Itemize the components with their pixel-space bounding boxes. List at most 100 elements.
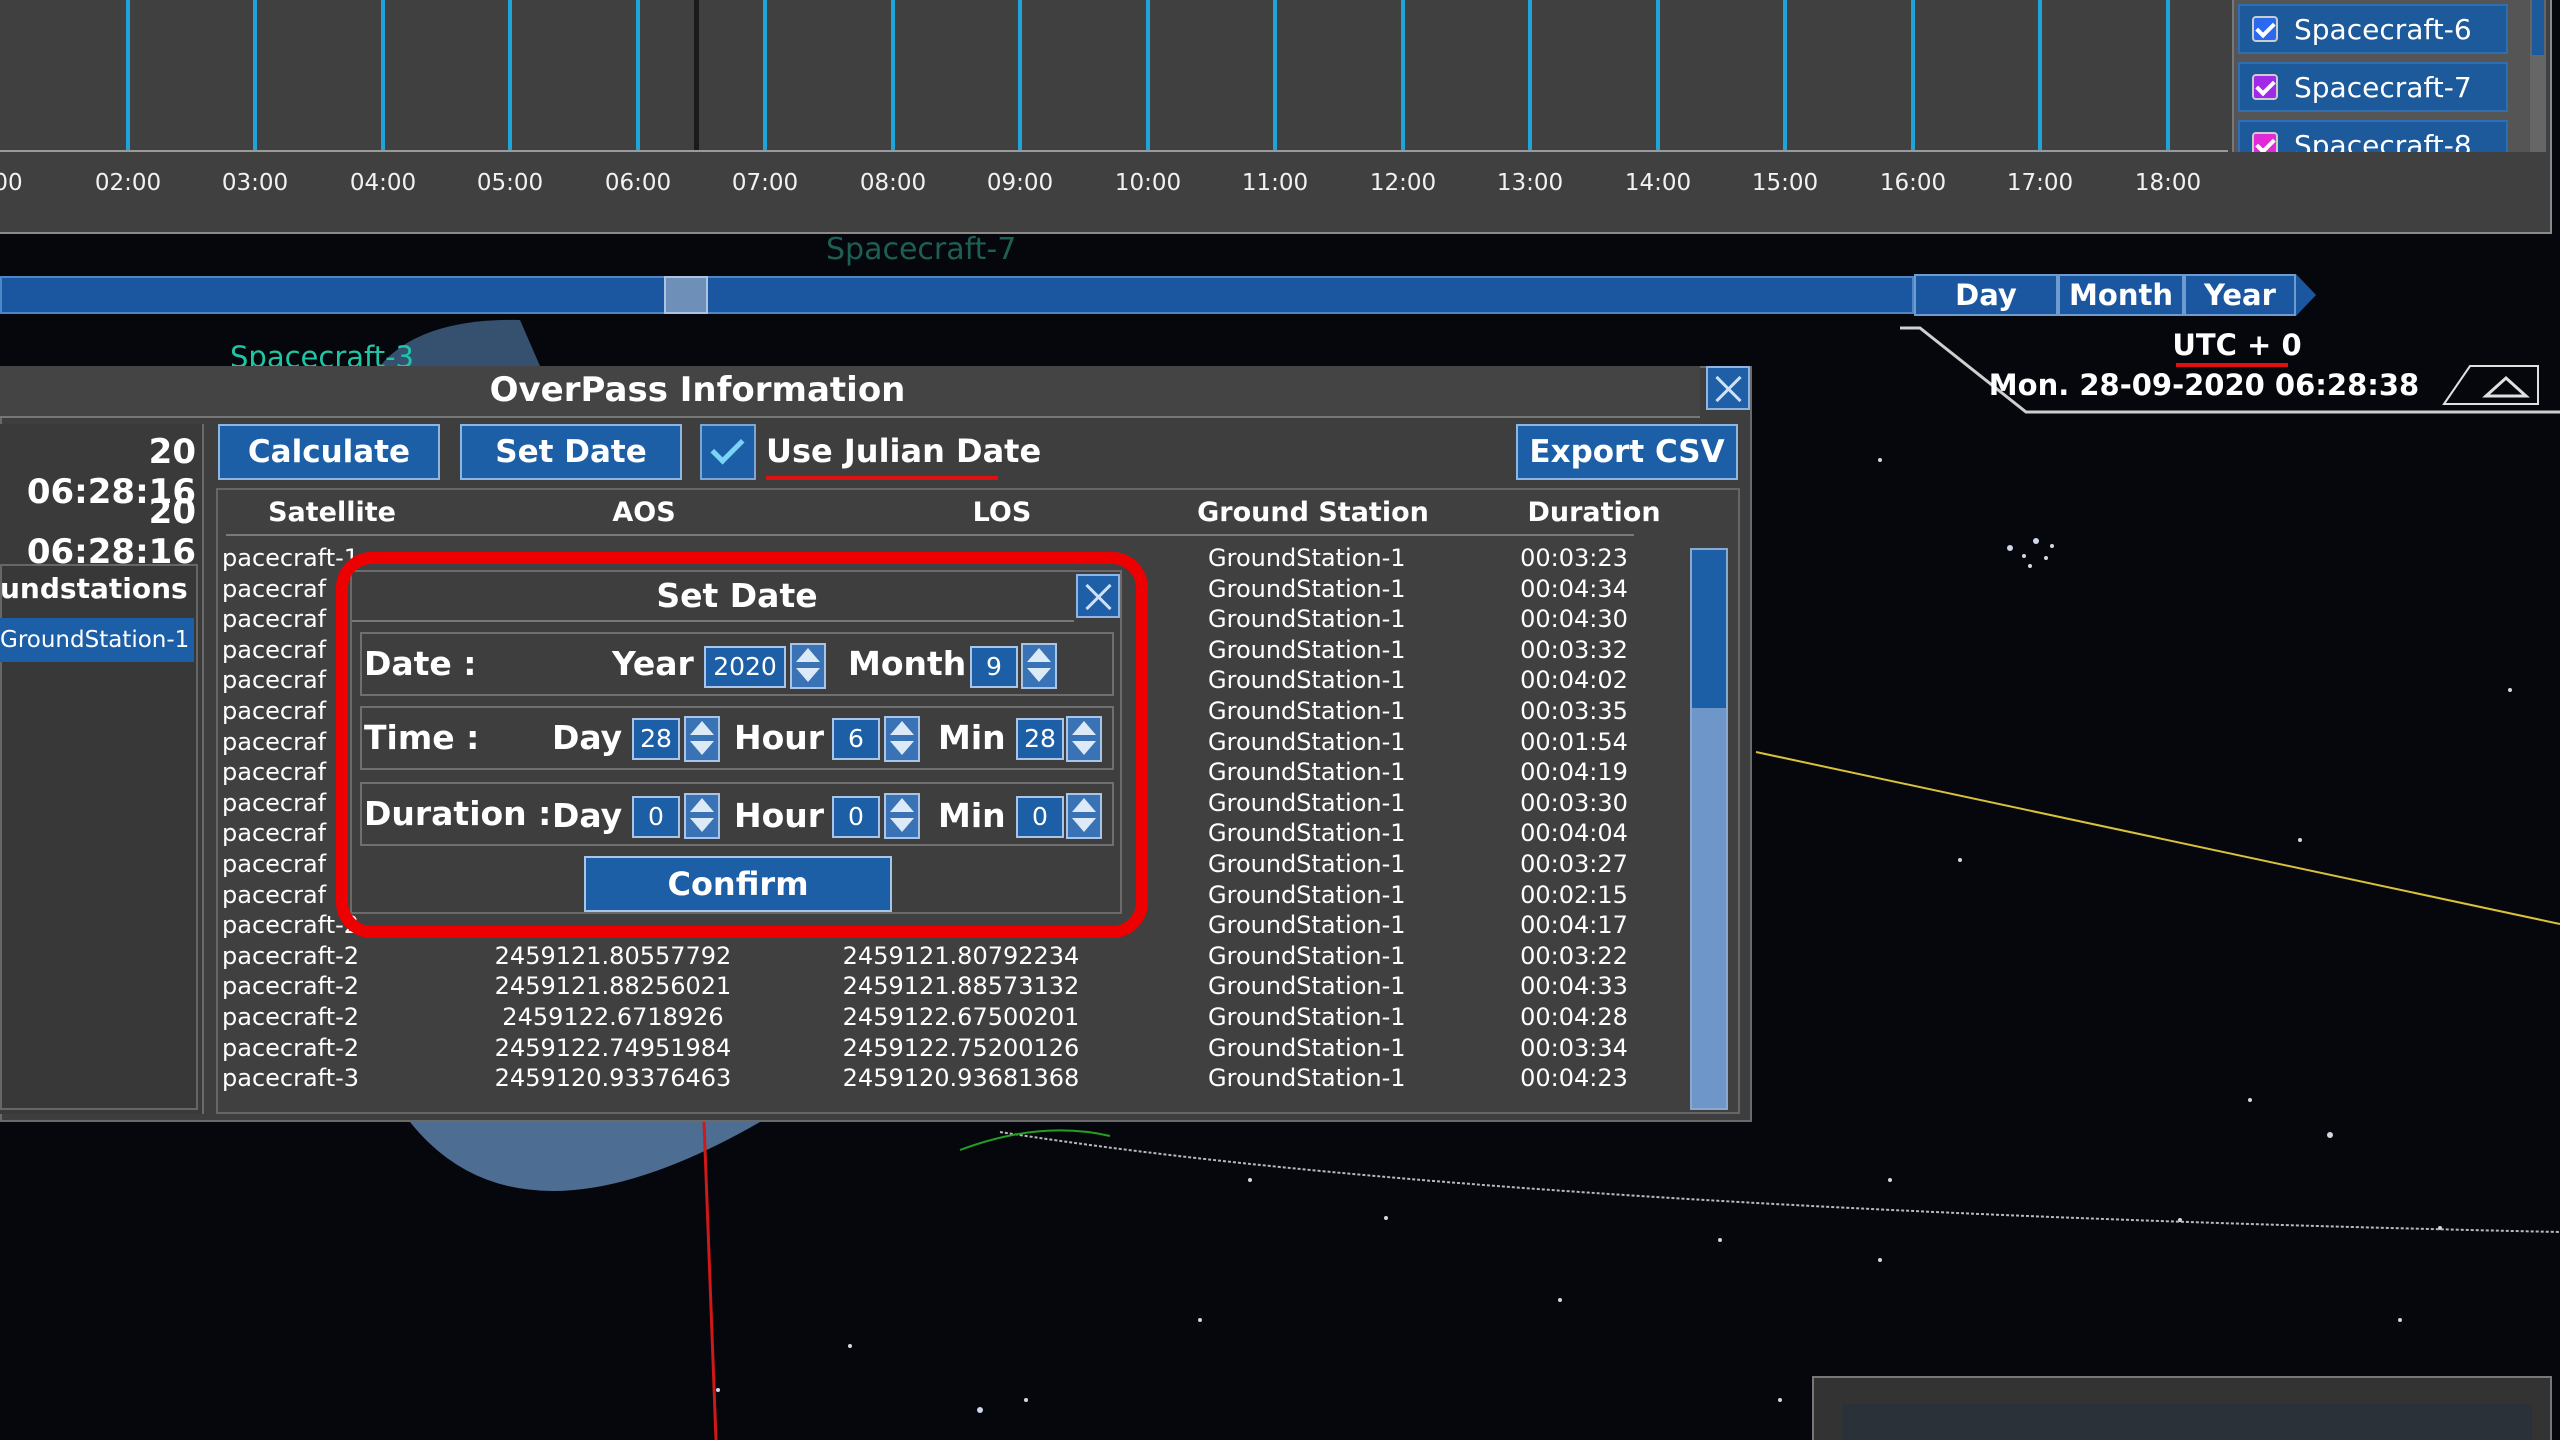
timeline-hour-label: 02:00 <box>94 170 162 196</box>
time-slider[interactable] <box>0 276 1914 314</box>
spacecraft-list-label: Spacecraft-8 <box>2294 128 2472 153</box>
use-julian-date-checkbox[interactable] <box>700 424 756 480</box>
duration-cell: 00:03:34 <box>1520 1033 1628 1062</box>
satellite-cell: pacecraft-2 <box>222 1003 360 1031</box>
spacecraft-list-label: Spacecraft-6 <box>2294 12 2472 46</box>
table-scroll-thumb[interactable] <box>1692 550 1726 708</box>
timeline-hour-label: 05:00 <box>476 170 544 196</box>
ground-station-cell: GroundStation-1 <box>1208 1033 1406 1062</box>
ground-station-cell: GroundStation-1 <box>1208 1064 1406 1093</box>
timeline-hour-tick <box>763 0 767 150</box>
spacecraft-list-item[interactable]: Spacecraft-8 <box>2238 120 2508 152</box>
calculate-button[interactable]: Calculate <box>218 424 440 480</box>
aos-cell: 2459121.88256021 <box>494 972 732 1001</box>
satellite-cell: pacecraft-2 <box>222 941 360 970</box>
column-header-aos[interactable]: AOS <box>544 497 744 528</box>
duration-cell: 00:04:23 <box>1520 1064 1628 1093</box>
overpass-title: OverPass Information <box>489 370 906 410</box>
ground-station-cell: GroundStation-1 <box>1208 727 1406 756</box>
timeline-hour-label: 17:00 <box>2006 170 2074 196</box>
satellite-cell: pacecraft-1 <box>222 544 360 572</box>
column-header-los[interactable]: LOS <box>902 497 1102 528</box>
timeline-current-marker[interactable] <box>694 0 699 150</box>
ground-station-cell: GroundStation-1 <box>1208 880 1406 909</box>
timeline-hour-label: 14:00 <box>1624 170 1692 196</box>
timeline-hour-label: 16:00 <box>1879 170 1947 196</box>
timeline-hour-tick <box>1401 0 1405 150</box>
day-button[interactable]: Day <box>1914 274 2058 316</box>
table-row[interactable]: pacecraft-2 2459121.80557792 2459121.80792… <box>218 942 1690 973</box>
ground-station-cell: GroundStation-1 <box>1208 941 1406 970</box>
timeline-hour-tick <box>2166 0 2170 150</box>
julian-underline <box>766 476 998 480</box>
timeline-hour-tick <box>1528 0 1532 150</box>
timeline-hour-tick <box>381 0 385 150</box>
spacecraft-list-label: Spacecraft-7 <box>2294 70 2472 104</box>
spacecraft-list-item[interactable]: Spacecraft-7 <box>2238 62 2508 112</box>
duration-cell: 00:01:54 <box>1520 727 1628 756</box>
satellite-cell: pacecraf <box>222 850 327 878</box>
duration-cell: 00:04:19 <box>1520 758 1628 787</box>
ground-station-cell: GroundStation-1 <box>1208 850 1406 878</box>
timeline-hour-label: 10:00 <box>1114 170 1182 196</box>
check-icon[interactable] <box>2252 132 2278 152</box>
check-icon[interactable] <box>2252 16 2278 42</box>
timeline-hour-tick <box>1783 0 1787 150</box>
table-row[interactable]: pacecraft-3 2459120.93376463 2459120.93681… <box>218 1064 1690 1095</box>
ground-station-cell: GroundStation-1 <box>1208 819 1406 848</box>
export-csv-button[interactable]: Export CSV <box>1516 424 1738 480</box>
spacecraft-list-item[interactable]: Spacecraft-6 <box>2238 4 2508 54</box>
duration-cell: 00:04:02 <box>1520 666 1628 695</box>
collapse-arrow-icon[interactable] <box>2440 362 2540 406</box>
ground-station-cell: GroundStation-1 <box>1208 666 1406 695</box>
los-cell: 2459121.80792234 <box>842 941 1080 970</box>
ground-station-cell: GroundStation-1 <box>1208 788 1406 817</box>
timeline-hour-label: 18:00 <box>2134 170 2202 196</box>
duration-cell: 00:04:28 <box>1520 1003 1628 1031</box>
timeline-track[interactable] <box>0 0 2228 152</box>
column-header-ground-station[interactable]: Ground Station <box>1188 497 1438 528</box>
set-date-button[interactable]: Set Date <box>460 424 682 480</box>
column-header-duration[interactable]: Duration <box>1494 497 1694 528</box>
satellite-cell: pacecraf <box>222 605 327 634</box>
table-row[interactable]: pacecraft-2 2459122.6718926 2459122.675002… <box>218 1003 1690 1034</box>
table-row[interactable]: pacecraft-2 2459121.88256021 2459121.88573… <box>218 972 1690 1003</box>
orbit-white <box>999 1131 2560 1233</box>
duration-cell: 00:04:30 <box>1520 605 1628 634</box>
spacecraft-list[interactable]: Spacecraft-6 Spacecraft-7 Spacecraft-8 <box>2232 0 2530 152</box>
time-slider-handle[interactable] <box>664 276 708 314</box>
timeline-hour-label: 06:00 <box>604 170 672 196</box>
spacecraft-list-scroll-thumb[interactable] <box>2532 0 2544 55</box>
column-header-satellite[interactable]: Satellite <box>232 497 432 528</box>
aos-cell: 2459122.74951984 <box>494 1033 732 1062</box>
timeline-hour-label: 08:00 <box>859 170 927 196</box>
ground-station-cell: GroundStation-1 <box>1208 697 1406 725</box>
year-button[interactable]: Year <box>2184 274 2296 316</box>
month-button[interactable]: Month <box>2058 274 2184 316</box>
satellite-cell: pacecraf <box>222 697 327 725</box>
ground-station-cell: GroundStation-1 <box>1208 544 1406 572</box>
period-arrow-icon[interactable] <box>2296 274 2316 316</box>
timeline-hour-label: 04:00 <box>349 170 417 196</box>
duration-cell: 00:04:33 <box>1520 972 1628 1001</box>
minimap-view[interactable] <box>1842 1404 2532 1440</box>
aos-cell: 2459122.6718926 <box>502 1003 724 1031</box>
los-cell: 2459122.75200126 <box>842 1033 1080 1062</box>
satellite-cell: pacecraf <box>222 666 327 695</box>
los-cell: 2459121.88573132 <box>842 972 1080 1001</box>
satellite-cell: pacecraf <box>222 574 327 603</box>
highlight-annotation <box>336 552 1148 938</box>
orbit-green <box>959 1129 1111 1151</box>
timeline-hour-tick <box>636 0 640 150</box>
ground-station-cell: GroundStation-1 <box>1208 574 1406 603</box>
end-time: 20 06:28:16 <box>26 492 196 572</box>
use-julian-date-label[interactable]: Use Julian Date <box>766 432 1041 470</box>
utc-offset[interactable]: UTC + 0 <box>2142 328 2332 362</box>
table-row[interactable]: pacecraft-2 2459122.74951984 2459122.75200… <box>218 1034 1690 1065</box>
groundstation-item[interactable]: GroundStation-1 <box>0 618 194 662</box>
satellite-cell: pacecraf <box>222 635 327 664</box>
overpass-close-icon[interactable] <box>1706 366 1750 410</box>
timeline-hour-label: 09:00 <box>986 170 1054 196</box>
duration-cell: 00:03:22 <box>1520 941 1628 970</box>
check-icon[interactable] <box>2252 74 2278 100</box>
